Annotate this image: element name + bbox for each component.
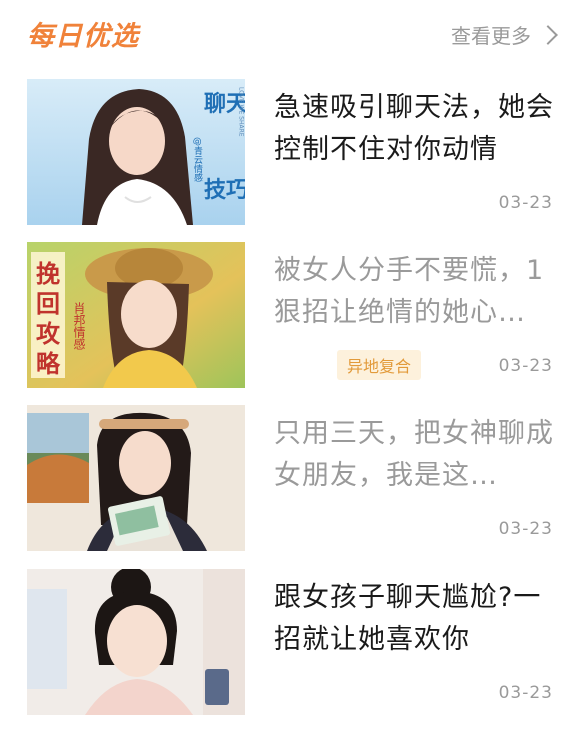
- thumb-text: 回: [36, 290, 60, 318]
- article-card[interactable]: 挽 回 攻 略 肖邦情感 被女人分手不要慌，1狠招让绝情的她心… 异地复合 03…: [27, 242, 557, 388]
- article-date: 03-23: [498, 683, 553, 703]
- article-date: 03-23: [498, 356, 553, 376]
- article-thumbnail: [27, 569, 245, 715]
- thumb-text: 挽: [36, 260, 60, 288]
- thumb-caption: @青云情感: [192, 137, 203, 182]
- article-thumbnail: [27, 405, 245, 551]
- article-title[interactable]: 只用三天，把女神聊成女朋友，我是这…: [274, 413, 554, 497]
- article-card[interactable]: 只用三天，把女神聊成女朋友，我是这… 03-23: [27, 405, 557, 551]
- view-more-link[interactable]: 查看更多: [451, 20, 558, 49]
- section-header: 每日优选 查看更多: [0, 0, 581, 70]
- article-thumbnail: 挽 回 攻 略 肖邦情感: [27, 242, 245, 388]
- chevron-right-icon: [538, 25, 558, 45]
- section-title: 每日优选: [27, 21, 139, 52]
- view-more-label: 查看更多: [451, 24, 531, 48]
- article-thumbnail: 聊天 技巧 @青云情感 LOVE WE SHARE: [27, 79, 245, 225]
- article-date: 03-23: [498, 519, 553, 539]
- article-date: 03-23: [498, 193, 553, 213]
- thumb-text: 略: [36, 350, 61, 378]
- thumb-caption: LOVE WE SHARE: [238, 87, 245, 137]
- thumb-caption: 肖邦情感: [72, 302, 86, 350]
- article-title[interactable]: 急速吸引聊天法，她会控制不住对你动情: [274, 87, 554, 171]
- topic-tag[interactable]: 异地复合: [337, 350, 422, 380]
- thumb-text: 技巧: [204, 178, 245, 203]
- article-card[interactable]: 跟女孩子聊天尴尬?一招就让她喜欢你 03-23: [27, 569, 557, 715]
- thumb-text: 攻: [36, 320, 61, 348]
- article-title[interactable]: 跟女孩子聊天尴尬?一招就让她喜欢你: [274, 577, 554, 661]
- article-title[interactable]: 被女人分手不要慌，1狠招让绝情的她心…: [274, 250, 554, 334]
- article-card[interactable]: 聊天 技巧 @青云情感 LOVE WE SHARE 急速吸引聊天法，她会控制不住…: [27, 79, 557, 225]
